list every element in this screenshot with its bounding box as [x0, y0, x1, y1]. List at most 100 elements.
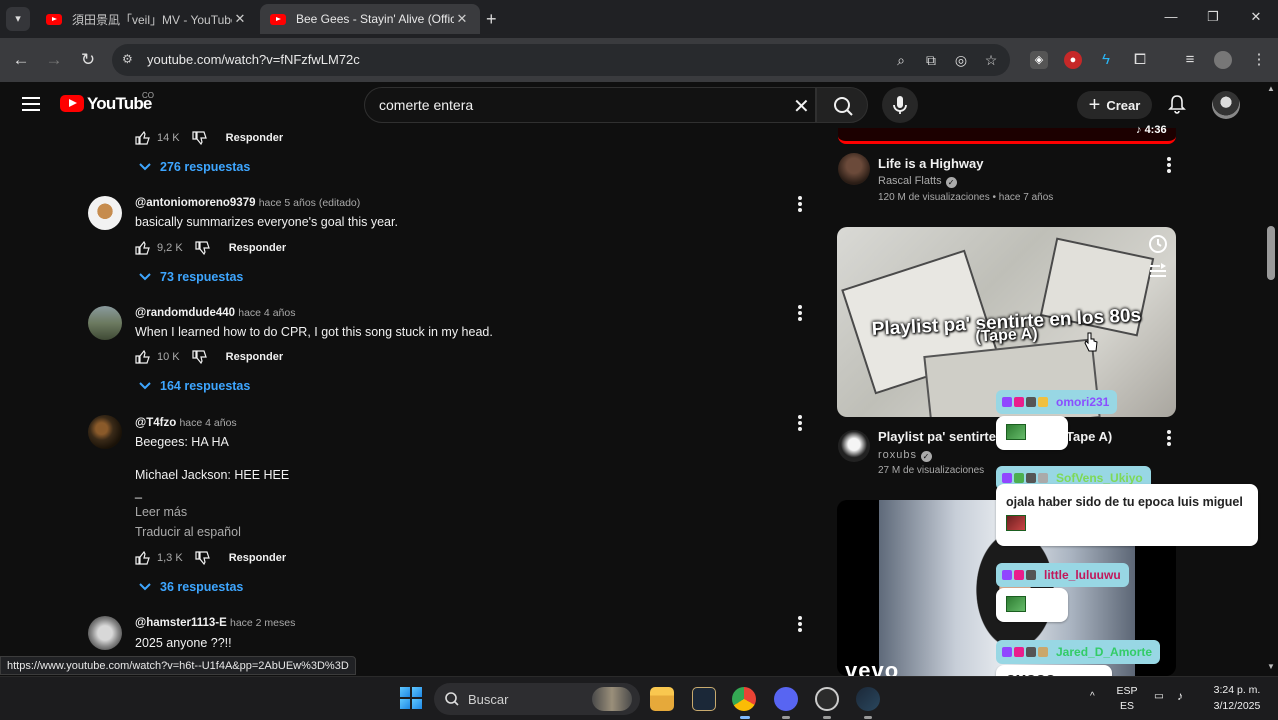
- reply-button[interactable]: Responder: [226, 351, 283, 363]
- keyboard-layout[interactable]: ES: [1116, 700, 1138, 712]
- file-explorer-icon[interactable]: [650, 687, 674, 711]
- zoom-icon[interactable]: ⌕: [892, 51, 910, 69]
- chrome-menu-icon[interactable]: ⋮: [1250, 51, 1268, 69]
- related-video-title[interactable]: Playlist pa' sentirte: [878, 429, 996, 444]
- comment-options-icon[interactable]: [798, 616, 802, 632]
- related-video-options-icon[interactable]: [1167, 430, 1171, 446]
- thumbs-down-icon[interactable]: [195, 241, 211, 255]
- chat-badges-icon: [1002, 570, 1036, 580]
- comment-text: When I learned how to do CPR, I got this…: [135, 325, 493, 339]
- chrome-icon[interactable]: [732, 687, 756, 711]
- extensions-puzzle-icon[interactable]: ⧠: [1131, 51, 1149, 69]
- windows-start-icon[interactable]: [400, 687, 422, 709]
- clock-date[interactable]: 3/12/2025: [1204, 700, 1270, 712]
- search-input[interactable]: comerte entera ✕: [364, 87, 816, 123]
- comment-options-icon[interactable]: [798, 415, 802, 431]
- extension-translate-icon[interactable]: ϟ: [1097, 51, 1115, 69]
- view-replies-button[interactable]: 73 respuestas: [138, 270, 243, 284]
- scroll-up-arrow-icon[interactable]: ▲: [1266, 84, 1276, 93]
- tab-close-icon[interactable]: ✕: [454, 11, 470, 27]
- extension-sync-icon[interactable]: ◈: [1030, 51, 1048, 69]
- minimize-icon[interactable]: —: [1156, 9, 1186, 24]
- thumbs-up-icon[interactable]: [135, 241, 151, 255]
- thumbs-down-icon[interactable]: [192, 131, 208, 145]
- create-button[interactable]: + Crear: [1077, 91, 1152, 119]
- add-to-queue-icon[interactable]: [1148, 263, 1168, 281]
- comment-author[interactable]: @T4fzo hace 4 años: [135, 417, 237, 429]
- thumbs-up-icon[interactable]: [135, 350, 151, 364]
- window-close-icon[interactable]: ✕: [1241, 9, 1271, 25]
- reply-button[interactable]: Responder: [229, 242, 286, 254]
- menu-hamburger-icon[interactable]: [22, 97, 40, 111]
- new-tab-plus-icon[interactable]: +: [486, 9, 497, 29]
- avatar[interactable]: [88, 415, 122, 449]
- reload-icon[interactable]: ↻: [77, 49, 99, 71]
- tab-veil-mv[interactable]: 須田景凪「veil」MV - YouTube ✕: [36, 4, 258, 34]
- taskbar-search[interactable]: Buscar: [434, 683, 640, 715]
- restore-icon[interactable]: ❐: [1198, 9, 1228, 25]
- clear-search-icon[interactable]: ✕: [793, 94, 810, 119]
- related-video-options-icon[interactable]: [1167, 157, 1171, 173]
- channel-avatar[interactable]: [838, 153, 870, 185]
- comment-author[interactable]: @randomdude440 hace 4 años: [135, 307, 295, 319]
- extension-record-icon[interactable]: ●: [1064, 51, 1082, 69]
- thumbs-down-icon[interactable]: [195, 551, 211, 565]
- forward-arrow-icon[interactable]: →: [43, 49, 65, 71]
- discord-icon[interactable]: [774, 687, 798, 711]
- comment-options-icon[interactable]: [798, 305, 802, 321]
- channel-avatar[interactable]: [838, 430, 870, 462]
- comment-author[interactable]: @hamster1113-E hace 2 meses: [135, 617, 295, 629]
- view-replies-button[interactable]: 164 respuestas: [138, 379, 250, 393]
- league-client-icon[interactable]: [692, 687, 716, 711]
- related-video-title-tail[interactable]: Tape A): [1066, 429, 1112, 444]
- bookmark-star-icon[interactable]: ☆: [982, 51, 1000, 69]
- avatar[interactable]: [88, 196, 122, 230]
- related-video-thumbnail[interactable]: Playlist pa' sentirte en los 80s (Tape A…: [837, 227, 1176, 417]
- steam-icon[interactable]: [856, 687, 880, 711]
- tray-overflow-icon[interactable]: ^: [1090, 691, 1095, 702]
- account-avatar[interactable]: [1212, 91, 1240, 119]
- view-replies-button[interactable]: 276 respuestas: [138, 160, 250, 174]
- read-more-link[interactable]: Leer más: [135, 505, 187, 519]
- avatar[interactable]: [88, 616, 122, 650]
- avatar[interactable]: [88, 306, 122, 340]
- input-language[interactable]: ESP: [1116, 685, 1138, 697]
- comment-options-icon[interactable]: [798, 196, 802, 212]
- eye-slash-icon[interactable]: ◎: [952, 51, 970, 69]
- related-thumbnail-partial[interactable]: [838, 128, 1176, 144]
- scrollbar-thumb[interactable]: [1267, 226, 1275, 280]
- related-video-title[interactable]: Life is a Highway: [878, 156, 983, 171]
- tab-close-icon[interactable]: ✕: [232, 11, 248, 27]
- page-scrollbar[interactable]: [1264, 82, 1278, 676]
- back-arrow-icon[interactable]: ←: [10, 49, 32, 71]
- reply-button[interactable]: Responder: [229, 552, 286, 564]
- tab-search-chevron-icon[interactable]: ▾: [6, 7, 30, 31]
- reply-button[interactable]: Responder: [226, 132, 283, 144]
- scroll-down-arrow-icon[interactable]: ▼: [1266, 662, 1276, 671]
- youtube-logo-icon[interactable]: [60, 95, 84, 112]
- voice-search-button[interactable]: [882, 87, 918, 123]
- clock-time[interactable]: 3:24 p. m.: [1204, 684, 1270, 696]
- comment-actions: 10 K Responder: [135, 350, 283, 364]
- related-video-channel[interactable]: roxubs ✓: [878, 449, 933, 462]
- comment-actions: 1,3 K Responder: [135, 551, 286, 565]
- related-video-channel[interactable]: Rascal Flatts ✓: [878, 175, 957, 188]
- view-replies-button[interactable]: 36 respuestas: [138, 580, 243, 594]
- thumbs-up-icon[interactable]: [135, 131, 151, 145]
- translate-link[interactable]: Traducir al español: [135, 525, 241, 539]
- thumbs-down-icon[interactable]: [192, 350, 208, 364]
- tab-stayin-alive[interactable]: Bee Gees - Stayin' Alive (Official ✕: [260, 4, 480, 34]
- volume-icon[interactable]: ♪: [1177, 689, 1183, 703]
- watch-later-clock-icon[interactable]: [1147, 233, 1169, 255]
- notifications-bell-icon[interactable]: [1166, 93, 1188, 115]
- profile-avatar-icon[interactable]: [1214, 51, 1232, 69]
- obs-icon[interactable]: [815, 687, 839, 711]
- media-queue-icon[interactable]: ≡: [1181, 51, 1199, 69]
- network-icon[interactable]: ▭: [1154, 690, 1164, 702]
- address-bar[interactable]: ⚙ youtube.com/watch?v=fNFzfwLM72c ⌕ ⧉ ◎ …: [112, 44, 1010, 76]
- search-button[interactable]: [816, 87, 868, 123]
- install-app-icon[interactable]: ⧉: [922, 51, 940, 69]
- thumbs-up-icon[interactable]: [135, 551, 151, 565]
- comment-author[interactable]: @antoniomoreno9379 hace 5 años (editado): [135, 197, 360, 209]
- site-info-icon[interactable]: ⚙: [122, 52, 138, 68]
